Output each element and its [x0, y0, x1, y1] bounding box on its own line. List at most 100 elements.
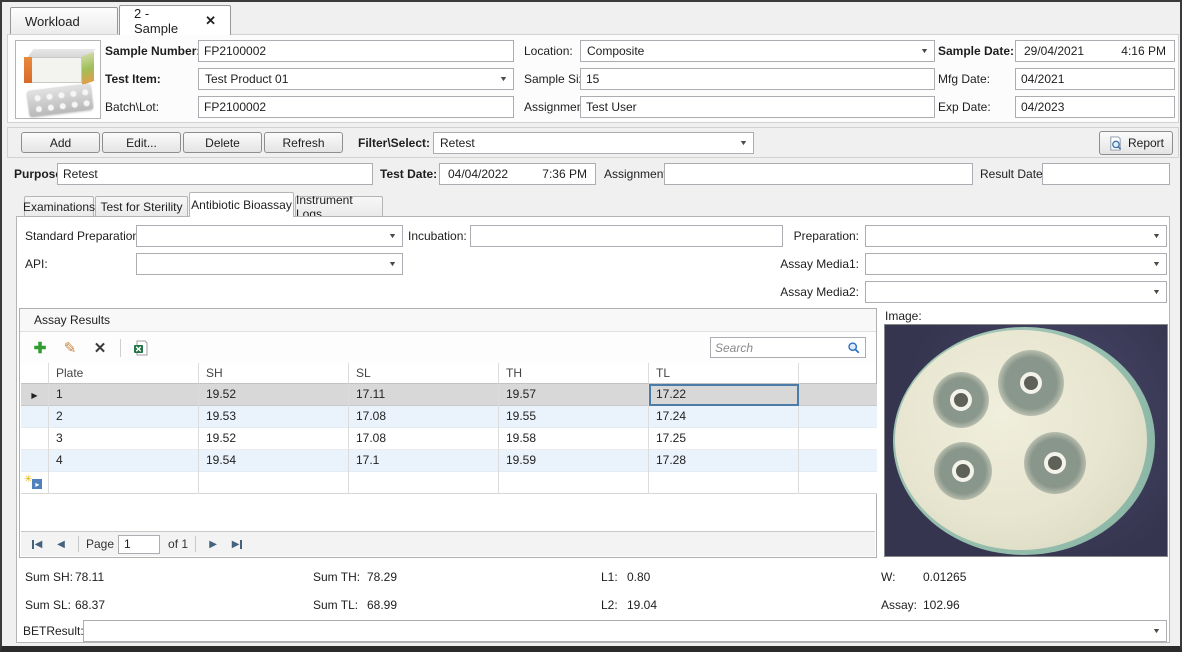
- purpose-input[interactable]: [57, 163, 373, 185]
- grid-header-th[interactable]: TH: [499, 363, 649, 384]
- cell-plate[interactable]: 3: [49, 428, 199, 450]
- cell-th[interactable]: 19.59: [499, 450, 649, 472]
- application-window: Workload 2 - Sample ✕ Sample Number: Tes…: [0, 0, 1182, 652]
- inhibition-zone-1: [933, 372, 989, 428]
- cell-sh[interactable]: 19.54: [199, 450, 349, 472]
- batch-lot-input[interactable]: [198, 96, 514, 118]
- tab-workload[interactable]: Workload: [10, 7, 118, 34]
- cell-sl[interactable]: 17.08: [349, 406, 499, 428]
- cell-sl[interactable]: [349, 472, 499, 494]
- table-row[interactable]: 2 19.53 17.08 19.55 17.24: [21, 406, 877, 428]
- incubation-input[interactable]: [470, 225, 783, 247]
- grid-header-tl[interactable]: TL: [649, 363, 799, 384]
- test-item-dropdown[interactable]: Test Product 01 ▼: [198, 68, 514, 90]
- new-row[interactable]: ✳ ▸: [21, 472, 877, 494]
- close-tab-icon[interactable]: ✕: [205, 13, 216, 29]
- cell-tl[interactable]: 17.28: [649, 450, 799, 472]
- test-date-field[interactable]: 04/04/2022 7:36 PM: [439, 163, 596, 185]
- add-row-icon[interactable]: ✚: [30, 338, 50, 358]
- product-box-stripe: [24, 57, 32, 83]
- assignment2-label: Assignment:: [604, 163, 670, 185]
- cell-tl[interactable]: 17.25: [649, 428, 799, 450]
- test-date-value: 04/04/2022: [448, 167, 508, 181]
- cell-plate[interactable]: 1: [49, 384, 199, 406]
- assay-media1-dropdown[interactable]: ▼: [865, 253, 1167, 275]
- pager-first-button[interactable]: ◀: [27, 535, 47, 554]
- cell-sl[interactable]: 17.1: [349, 450, 499, 472]
- refresh-button[interactable]: Refresh: [264, 132, 343, 153]
- filter-select-dropdown[interactable]: Retest ▼: [433, 132, 754, 154]
- bet-result-dropdown[interactable]: ▼: [83, 620, 1167, 642]
- tab-sample[interactable]: 2 - Sample ✕: [119, 5, 231, 35]
- toolbar-separator: [120, 339, 121, 357]
- chevron-down-icon: ▼: [739, 140, 748, 147]
- cell-tl-selected[interactable]: 17.22: [649, 384, 799, 406]
- pager-next-button[interactable]: ▶: [203, 535, 223, 554]
- pager-last-button[interactable]: ▶: [227, 535, 247, 554]
- pager-prev-button[interactable]: ◀: [51, 535, 71, 554]
- assignment2-input[interactable]: [664, 163, 973, 185]
- sample-size-input[interactable]: [580, 68, 935, 90]
- cell-th[interactable]: 19.58: [499, 428, 649, 450]
- delete-row-icon[interactable]: ✕: [90, 338, 110, 358]
- pager-first-icon: ◀: [35, 539, 43, 550]
- exp-date-input[interactable]: [1015, 96, 1175, 118]
- tab-instrument-logs[interactable]: Instrument Logs: [295, 196, 383, 217]
- result-date-input[interactable]: [1042, 163, 1170, 185]
- assay-media2-dropdown[interactable]: ▼: [865, 281, 1167, 303]
- cell-sh[interactable]: 19.53: [199, 406, 349, 428]
- preparation-label: Preparation:: [763, 225, 859, 247]
- grid-header-marker: [21, 363, 49, 384]
- sample-date-field[interactable]: 29/04/2021 4:16 PM: [1015, 40, 1175, 62]
- cell-th[interactable]: [499, 472, 649, 494]
- pager-separator: [78, 536, 79, 552]
- cell-sh[interactable]: [199, 472, 349, 494]
- table-row[interactable]: 4 19.54 17.1 19.59 17.28: [21, 450, 877, 472]
- assignment-input[interactable]: [580, 96, 935, 118]
- grid-pager: ◀ ◀ Page of 1 ▶ ▶: [21, 531, 875, 556]
- cell-plate[interactable]: 4: [49, 450, 199, 472]
- petri-dish-photo: [885, 325, 1167, 556]
- cell-tl[interactable]: [649, 472, 799, 494]
- tab-examinations[interactable]: Examinations: [24, 196, 94, 217]
- cell-tl[interactable]: 17.24: [649, 406, 799, 428]
- edit-row-icon[interactable]: ✎: [60, 338, 80, 358]
- mfg-date-input[interactable]: [1015, 68, 1175, 90]
- pager-prev-icon: ◀: [57, 539, 65, 550]
- cell-plate[interactable]: [49, 472, 199, 494]
- search-input[interactable]: [715, 341, 847, 355]
- cell-th[interactable]: 19.55: [499, 406, 649, 428]
- blister-pack: [27, 83, 94, 117]
- tab-antibiotic-bioassay[interactable]: Antibiotic Bioassay: [189, 192, 294, 217]
- cell-sh[interactable]: 19.52: [199, 428, 349, 450]
- preparation-dropdown[interactable]: ▼: [865, 225, 1167, 247]
- sum-sl-value: 68.37: [75, 594, 105, 616]
- table-row[interactable]: 3 19.52 17.08 19.58 17.25: [21, 428, 877, 450]
- sum-sl-label: Sum SL:: [25, 594, 71, 616]
- sample-number-input[interactable]: [198, 40, 514, 62]
- w-value: 0.01265: [923, 566, 966, 588]
- edit-button[interactable]: Edit...: [102, 132, 181, 153]
- delete-button[interactable]: Delete: [183, 132, 262, 153]
- location-dropdown[interactable]: Composite ▼: [580, 40, 935, 62]
- cell-sh[interactable]: 19.52: [199, 384, 349, 406]
- cell-plate[interactable]: 2: [49, 406, 199, 428]
- table-row[interactable]: ▶ 1 19.52 17.11 19.57 17.22: [21, 384, 877, 406]
- api-dropdown[interactable]: ▼: [136, 253, 403, 275]
- search-icon[interactable]: [847, 341, 861, 355]
- cell-th[interactable]: 19.57: [499, 384, 649, 406]
- page-number-input[interactable]: [118, 535, 160, 554]
- chevron-down-icon: ▼: [1152, 233, 1161, 240]
- grid-header-sl[interactable]: SL: [349, 363, 499, 384]
- cell-sl[interactable]: 17.08: [349, 428, 499, 450]
- tab-test-for-sterility[interactable]: Test for Sterility: [95, 196, 188, 217]
- tab-examinations-label: Examinations: [23, 200, 95, 214]
- grid-header-sh[interactable]: SH: [199, 363, 349, 384]
- report-button[interactable]: Report: [1099, 131, 1173, 155]
- standard-preparation-dropdown[interactable]: ▼: [136, 225, 403, 247]
- export-excel-icon[interactable]: [131, 338, 151, 358]
- cell-sl[interactable]: 17.11: [349, 384, 499, 406]
- product-box-front: [24, 57, 82, 83]
- add-button[interactable]: Add: [21, 132, 100, 153]
- grid-header-plate[interactable]: Plate: [49, 363, 199, 384]
